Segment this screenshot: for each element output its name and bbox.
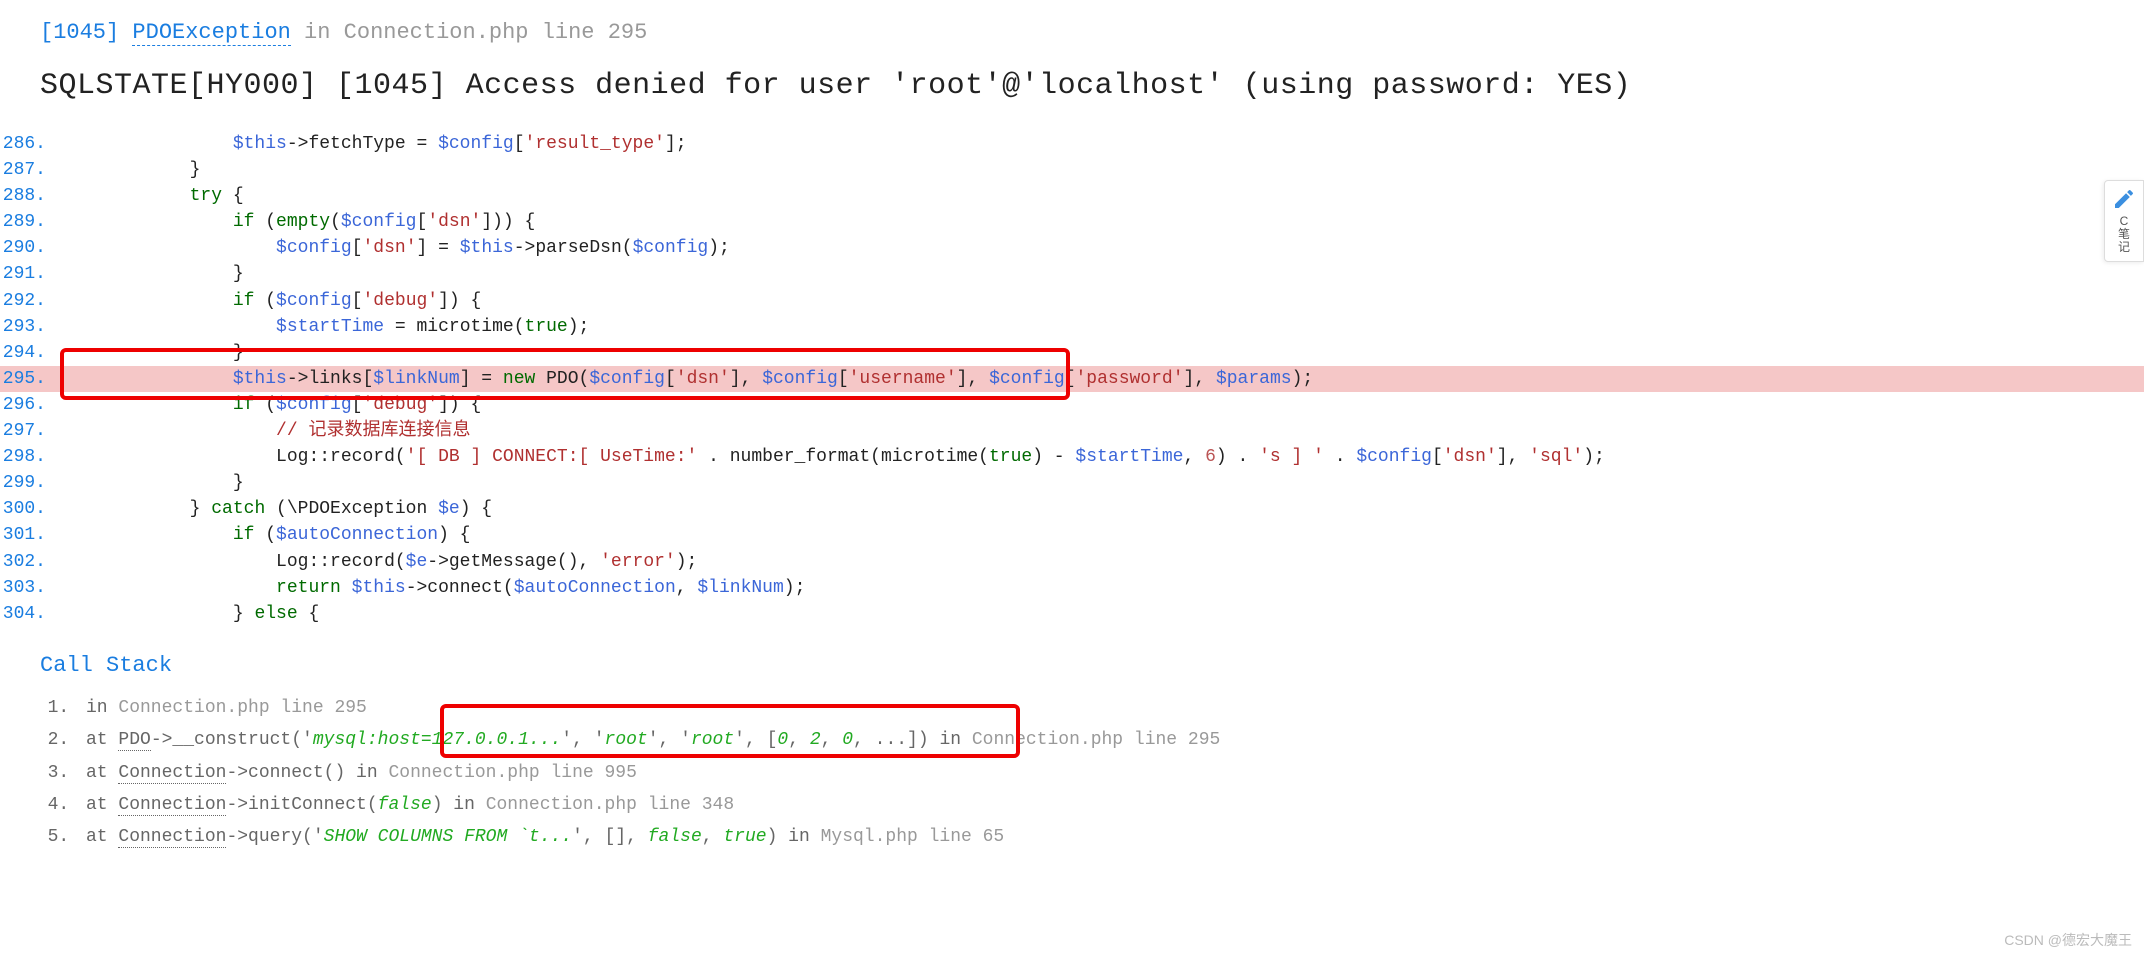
code-content: // 记录数据库连接信息 <box>60 418 470 444</box>
callstack-item: in Connection.php line 295 <box>80 692 2104 724</box>
notes-widget[interactable]: C 笔 记 <box>2104 180 2144 262</box>
code-content: Log::record('[ DB ] CONNECT:[ UseTime:' … <box>60 444 1605 470</box>
code-line: 297. // 记录数据库连接信息 <box>0 418 2144 444</box>
line-number: 299. <box>0 470 60 496</box>
line-number: 298. <box>0 444 60 470</box>
code-line: 296. if ($config['debug']) { <box>0 392 2144 418</box>
code-line: 300. } catch (\PDOException $e) { <box>0 496 2144 522</box>
code-line: 286. $this->fetchType = $config['result_… <box>0 131 2144 157</box>
code-content: if ($autoConnection) { <box>60 522 470 548</box>
error-code: [1045] <box>40 20 119 45</box>
code-line: 303. return $this->connect($autoConnecti… <box>0 575 2144 601</box>
code-line: 287. } <box>0 157 2144 183</box>
code-content: return $this->connect($autoConnection, $… <box>60 575 805 601</box>
code-line: 289. if (empty($config['dsn'])) { <box>0 209 2144 235</box>
line-number: 290. <box>0 235 60 261</box>
code-content: try { <box>60 183 244 209</box>
exception-name[interactable]: PDOException <box>132 20 290 46</box>
code-content: } <box>60 261 244 287</box>
header-file: Connection.php line 295 <box>344 20 648 45</box>
watermark: CSDN @德宏大魔王 <box>2004 930 2132 950</box>
line-number: 289. <box>0 209 60 235</box>
code-line: 304. } else { <box>0 601 2144 627</box>
code-line: 291. } <box>0 261 2144 287</box>
line-number: 293. <box>0 314 60 340</box>
code-content: if ($config['debug']) { <box>60 288 481 314</box>
line-number: 286. <box>0 131 60 157</box>
code-content: $this->links[$linkNum] = new PDO($config… <box>60 366 1313 392</box>
code-content: $config['dsn'] = $this->parseDsn($config… <box>60 235 730 261</box>
line-number: 301. <box>0 522 60 548</box>
line-number: 295. <box>0 366 60 392</box>
line-number: 297. <box>0 418 60 444</box>
callstack-item: at Connection->connect() in Connection.p… <box>80 757 2104 789</box>
line-number: 294. <box>0 340 60 366</box>
line-number: 288. <box>0 183 60 209</box>
code-line: 292. if ($config['debug']) { <box>0 288 2144 314</box>
line-number: 296. <box>0 392 60 418</box>
pen-icon <box>2112 187 2136 211</box>
code-content: } catch (\PDOException $e) { <box>60 496 492 522</box>
code-line: 288. try { <box>0 183 2144 209</box>
code-line: 301. if ($autoConnection) { <box>0 522 2144 548</box>
code-content: $this->fetchType = $config['result_type'… <box>60 131 687 157</box>
line-number: 303. <box>0 575 60 601</box>
code-content: if ($config['debug']) { <box>60 392 481 418</box>
code-content: if (empty($config['dsn'])) { <box>60 209 535 235</box>
header-in: in <box>291 20 344 45</box>
code-content: } <box>60 340 244 366</box>
callstack-item: at PDO->__construct('mysql:host=127.0.0.… <box>80 724 2104 756</box>
notes-label-3: 记 <box>2107 241 2141 254</box>
line-number: 302. <box>0 549 60 575</box>
source-code-view: 286. $this->fetchType = $config['result_… <box>0 131 2144 627</box>
code-content: } <box>60 157 200 183</box>
line-number: 287. <box>0 157 60 183</box>
code-line: 290. $config['dsn'] = $this->parseDsn($c… <box>0 235 2144 261</box>
callstack-item: at Connection->query('SHOW COLUMNS FROM … <box>80 821 2104 853</box>
callstack-list: in Connection.php line 295at PDO->__cons… <box>80 692 2104 854</box>
code-line: 295. $this->links[$linkNum] = new PDO($c… <box>0 366 2144 392</box>
line-number: 291. <box>0 261 60 287</box>
code-line: 298. Log::record('[ DB ] CONNECT:[ UseTi… <box>0 444 2144 470</box>
line-number: 292. <box>0 288 60 314</box>
code-line: 302. Log::record($e->getMessage(), 'erro… <box>0 549 2144 575</box>
code-content: } <box>60 470 244 496</box>
line-number: 304. <box>0 601 60 627</box>
callstack-item: at Connection->initConnect(false) in Con… <box>80 789 2104 821</box>
code-content: Log::record($e->getMessage(), 'error'); <box>60 549 697 575</box>
code-content: } else { <box>60 601 319 627</box>
code-content: $startTime = microtime(true); <box>60 314 589 340</box>
error-header: [1045] PDOException in Connection.php li… <box>40 20 2104 45</box>
error-message: SQLSTATE[HY000] [1045] Access denied for… <box>40 69 2104 103</box>
callstack-title: Call Stack <box>40 653 2104 678</box>
code-line: 294. } <box>0 340 2144 366</box>
code-line: 299. } <box>0 470 2144 496</box>
code-line: 293. $startTime = microtime(true); <box>0 314 2144 340</box>
line-number: 300. <box>0 496 60 522</box>
